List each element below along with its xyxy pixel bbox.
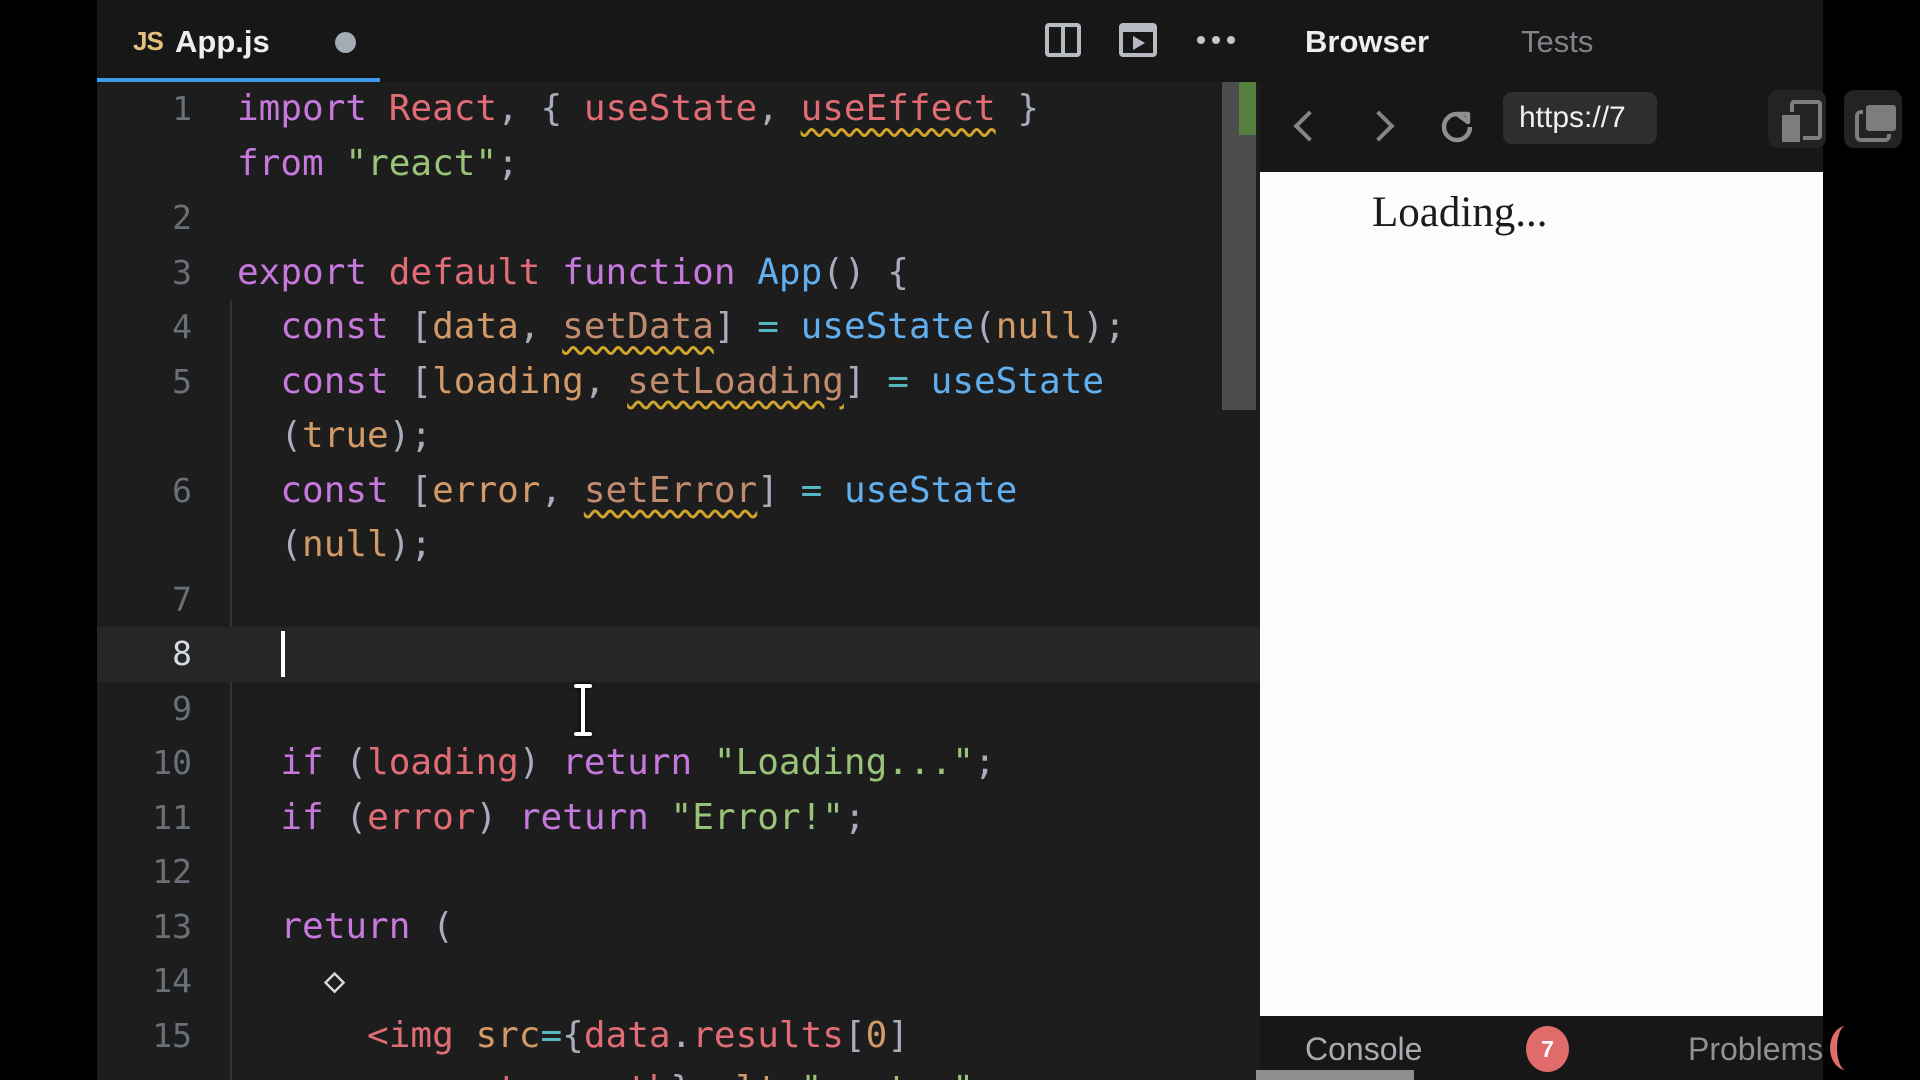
line-number: 2 (172, 198, 192, 237)
tab-tests[interactable]: Tests (1521, 24, 1593, 60)
line-number: 5 (172, 361, 192, 401)
text-caret (281, 631, 285, 677)
line-number (97, 518, 192, 573)
code-text: return ( (280, 905, 454, 947)
line-number: 3 (172, 252, 192, 292)
line-number: 11 (152, 797, 192, 837)
line-number (97, 137, 192, 192)
line-number: 14 (152, 961, 192, 1000)
code-text: if (loading) return "Loading..."; (280, 742, 996, 783)
code-text: if (error) return "Error!"; (280, 796, 866, 838)
file-tab-title: App.js (175, 24, 270, 59)
problems-tab[interactable]: Problems (1688, 1031, 1823, 1068)
code-text: const [loading, setLoading] = useState (280, 360, 1105, 402)
line-number: 4 (172, 307, 192, 346)
browser-preview-page: Loading... (1260, 172, 1823, 1016)
line-number: 10 (152, 743, 192, 782)
responsive-preview-icon[interactable] (1768, 90, 1826, 148)
line-number: 6 (172, 470, 192, 510)
top-bar: JS App.js Browser Tests (97, 0, 1823, 82)
line-number: 8 (172, 634, 192, 673)
line-number: 13 (152, 906, 192, 946)
git-change-marker (1239, 82, 1256, 135)
code-row[interactable]: .poster_path} alt="poster" (97, 1063, 1260, 1080)
split-editor-icon[interactable] (1045, 23, 1081, 57)
code-row[interactable]: 8 (97, 627, 1260, 682)
line-number: 12 (152, 852, 192, 891)
panel-resize-handle[interactable] (1256, 1070, 1414, 1080)
line-number: 7 (172, 579, 192, 619)
code-text: ◇ (323, 960, 346, 1001)
page-loading-text: Loading... (1372, 189, 1548, 236)
forward-icon[interactable] (1363, 110, 1395, 142)
back-icon[interactable] (1293, 110, 1325, 142)
code-row[interactable]: 4 const [data, setData] = useState(null)… (97, 300, 1260, 355)
code-row[interactable]: 6 const [error, setError] = useState (97, 464, 1260, 519)
code-text: (null); (237, 524, 433, 565)
code-text: const [data, setData] = useState(null); (280, 306, 1126, 347)
code-row[interactable]: 5 const [loading, setLoading] = useState (97, 355, 1260, 410)
code-text: <img src={data.results[0] (367, 1014, 910, 1056)
line-number (97, 1063, 192, 1080)
app-window: JS App.js Browser Tests 1 import React, {… (97, 0, 1902, 1080)
code-text: (true); (237, 415, 433, 456)
code-editor[interactable]: 1 import React, { useState, useEffect } fr… (97, 82, 1260, 1080)
url-input[interactable]: https://7 (1503, 92, 1657, 144)
code-row[interactable]: 2 (97, 191, 1260, 246)
editor-scrollbar[interactable] (1222, 82, 1256, 1080)
code-text: export default function App() { (237, 251, 909, 293)
line-number: 9 (172, 688, 192, 728)
code-row[interactable]: 7 (97, 573, 1260, 628)
code-row[interactable]: 11 if (error) return "Error!"; (97, 791, 1260, 846)
console-count-badge: 7 (1526, 1026, 1569, 1072)
javascript-file-icon: JS (133, 26, 164, 56)
refresh-icon[interactable] (1438, 108, 1476, 146)
line-number: 15 (152, 1015, 192, 1055)
code-row[interactable]: 13 return ( (97, 900, 1260, 955)
code-text: from "react"; (237, 142, 519, 184)
line-number: 1 (172, 89, 192, 128)
code-row[interactable]: 15 <img src={data.results[0] (97, 1009, 1260, 1064)
open-in-new-window-icon[interactable] (1844, 90, 1902, 148)
code-row[interactable]: 9 (97, 682, 1260, 737)
code-row[interactable]: from "react"; (97, 137, 1260, 192)
browser-nav-bar: https://7 (1260, 82, 1902, 172)
code-text: import React, { useState, useEffect } (237, 88, 1039, 129)
open-preview-icon[interactable] (1119, 23, 1157, 57)
code-row[interactable]: (null); (97, 518, 1260, 573)
code-row[interactable]: 1 import React, { useState, useEffect } (97, 82, 1260, 137)
code-row[interactable]: (true); (97, 409, 1260, 464)
code-row[interactable]: 14 ◇ (97, 954, 1260, 1009)
code-text: .poster_path} alt="poster" (237, 1063, 974, 1080)
tab-browser[interactable]: Browser (1305, 24, 1429, 60)
console-tab[interactable]: Console (1305, 1031, 1422, 1068)
code-text: const [error, setError] = useState (280, 469, 1018, 511)
code-row[interactable]: 10 if (loading) return "Loading..."; (97, 736, 1260, 791)
unsaved-changes-dot-icon (335, 32, 356, 53)
code-row[interactable]: 3 export default function App() { (97, 246, 1260, 301)
mouse-ibeam-cursor (571, 684, 595, 736)
problems-count-badge (1830, 1026, 1862, 1070)
line-number (97, 409, 192, 464)
more-actions-icon[interactable] (1197, 36, 1235, 44)
code-row[interactable]: 12 (97, 845, 1260, 900)
